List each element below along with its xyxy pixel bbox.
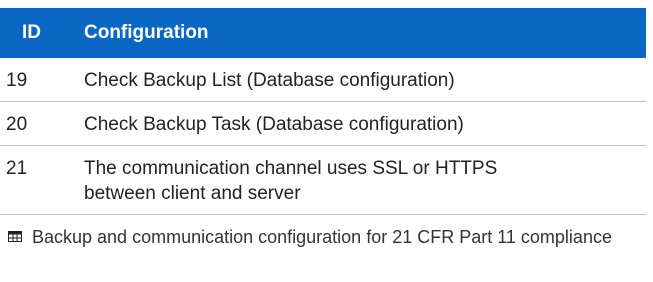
id-column-header: ID (22, 22, 41, 43)
table-header-row: ID Configuration (0, 8, 646, 58)
table-caption: Backup and communication configuration f… (8, 222, 638, 252)
table-row: 20 Check Backup Task (Database configura… (0, 102, 646, 146)
row-configuration: The communication channel uses SSL or HT… (84, 158, 498, 204)
configuration-table: ID Configuration 19 Check Backup List (D… (0, 8, 646, 215)
row-id: 21 (6, 158, 28, 179)
caption-text: Backup and communication configuration f… (32, 227, 612, 247)
table-row: 19 Check Backup List (Database configura… (0, 58, 646, 102)
table-icon (8, 230, 22, 242)
row-configuration: Check Backup Task (Database configuratio… (84, 114, 464, 135)
row-id: 20 (6, 114, 28, 135)
row-id: 19 (6, 70, 28, 91)
table-row: 21 The communication channel uses SSL or… (0, 146, 646, 215)
row-configuration: Check Backup List (Database configuratio… (84, 70, 455, 91)
configuration-column-header: Configuration (84, 22, 209, 43)
